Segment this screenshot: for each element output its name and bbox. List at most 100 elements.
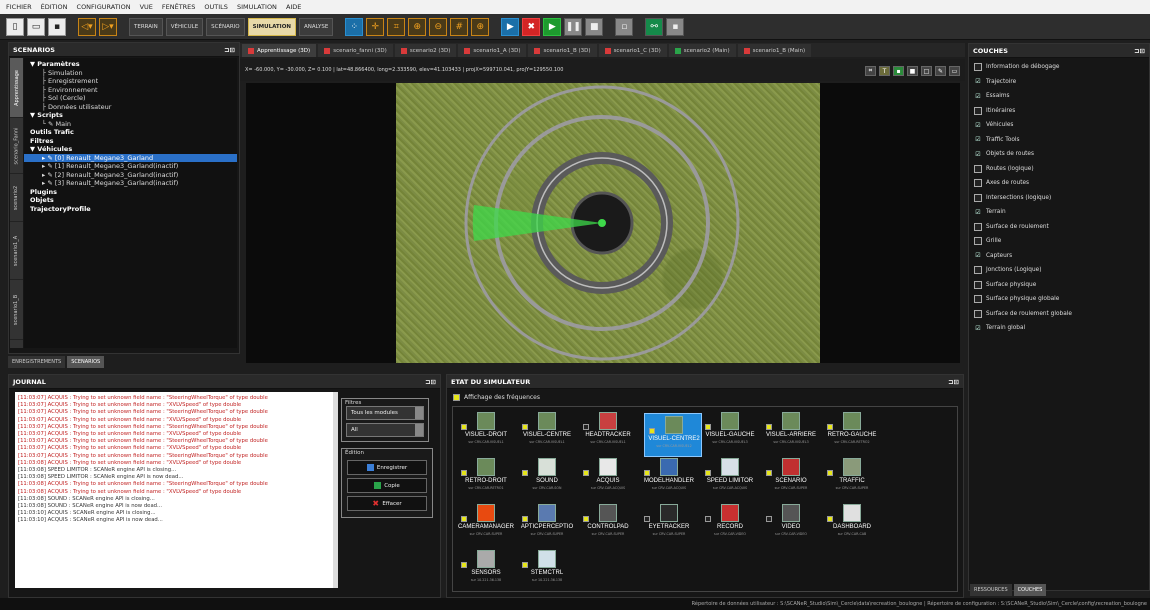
- layer-checkbox[interactable]: ☑: [974, 150, 982, 158]
- tree-node[interactable]: └ ✎ Main: [24, 120, 237, 129]
- undo-icon[interactable]: ◁▾: [78, 17, 96, 36]
- center-view-icon[interactable]: ⊕: [471, 17, 490, 36]
- view-mode-icon[interactable]: ⌗: [865, 66, 876, 76]
- record-icon[interactable]: ▫: [615, 17, 634, 36]
- vehicle-marker[interactable]: [598, 219, 606, 227]
- module-tile[interactable]: ACQUIS sur CRV-CAR-ACQUIS: [579, 456, 637, 500]
- module-tile[interactable]: RETRO-GAUCHE sur CRV-CAR-RETRO2: [823, 410, 881, 454]
- new-file-icon[interactable]: ▯: [6, 17, 24, 36]
- mode-vehicule-button[interactable]: VÉHICULE: [165, 17, 204, 36]
- document-tab[interactable]: scenario1_C (3D): [598, 44, 667, 57]
- layer-item[interactable]: Information de débogage: [969, 60, 1149, 75]
- layer-checkbox[interactable]: [974, 309, 982, 318]
- layer-checkbox[interactable]: [974, 164, 982, 173]
- tree-node[interactable]: ▸ ✎ [2] Renault_Megane3_Garland(inactif): [24, 171, 237, 180]
- module-tile[interactable]: TRAFFIC sur CRV-CAR-SUPER: [823, 456, 881, 500]
- left-bottom-tab-1[interactable]: SCENARIOS: [67, 356, 105, 368]
- layer-item[interactable]: ☑ Traffic Tools: [969, 133, 1149, 148]
- tree-node[interactable]: Plugins: [24, 188, 237, 197]
- journal-scrollbar[interactable]: [333, 392, 338, 588]
- scenario-tab-0[interactable]: Apprentissage: [10, 58, 23, 118]
- tree-node[interactable]: ├ Enregistrement: [24, 77, 237, 86]
- layer-item[interactable]: ☑ Terrain: [969, 205, 1149, 220]
- module-tile[interactable]: SOUND sur CRV-CAR-SON: [518, 456, 576, 500]
- level-filter-select[interactable]: All: [346, 423, 424, 437]
- layer-item[interactable]: Axes de routes: [969, 176, 1149, 191]
- layer-item[interactable]: ☑ Capteurs: [969, 249, 1149, 264]
- layer-checkbox[interactable]: [974, 179, 982, 188]
- menu-item-4[interactable]: FENÊTRES: [162, 3, 196, 11]
- zoom-in-icon[interactable]: ⊕: [408, 17, 427, 36]
- right-bottom-tab-1[interactable]: COUCHES: [1013, 584, 1047, 596]
- layer-item[interactable]: ☑ Trajectoire: [969, 75, 1149, 90]
- menu-item-2[interactable]: CONFIGURATION: [77, 3, 131, 11]
- tree-node[interactable]: ├ Sol (Cercle): [24, 94, 237, 103]
- save-icon[interactable]: ▪: [48, 17, 66, 36]
- pause-icon[interactable]: ❚❚: [564, 17, 583, 36]
- mode-terrain-button[interactable]: TERRAIN: [129, 17, 163, 36]
- open-folder-icon[interactable]: ▭: [27, 17, 45, 36]
- layer-item[interactable]: Intersections (logique): [969, 191, 1149, 206]
- layer-item[interactable]: Surface physique: [969, 278, 1149, 293]
- frequency-checkbox[interactable]: [453, 394, 460, 401]
- scenario-tab-2[interactable]: scenario2: [10, 174, 23, 222]
- tree-node[interactable]: TrajectoryProfile: [24, 205, 237, 214]
- move-tool-icon[interactable]: ✛: [366, 17, 385, 36]
- module-filter-select[interactable]: Tous les modules: [346, 406, 424, 420]
- layer-checkbox[interactable]: ☑: [974, 92, 982, 100]
- grid-tool-icon[interactable]: #: [450, 17, 469, 36]
- layer-item[interactable]: Surface de roulement: [969, 220, 1149, 235]
- save-log-button[interactable]: Enregistrer: [347, 460, 427, 475]
- layer-item[interactable]: ☑ Véhicules: [969, 118, 1149, 133]
- panel-float-icon[interactable]: ⊐⊡: [224, 46, 235, 54]
- layout-icon[interactable]: ▪: [666, 17, 685, 36]
- menu-item-5[interactable]: OUTILS: [204, 3, 228, 11]
- layer-checkbox[interactable]: ☑: [974, 252, 982, 260]
- layer-checkbox[interactable]: [974, 63, 982, 72]
- tree-node[interactable]: ▼ Paramètres: [24, 60, 237, 69]
- layer-item[interactable]: Surface physique globale: [969, 292, 1149, 307]
- copy-log-button[interactable]: Copie: [347, 478, 427, 493]
- module-tile[interactable]: RETRO-DROIT sur CRV-CAR-RETRO1: [457, 456, 515, 500]
- module-tile[interactable]: HEADTRACKER sur CRV-CAR-VISUEL1: [579, 410, 637, 454]
- frame-tool-icon[interactable]: ⌗: [387, 17, 406, 36]
- menu-item-1[interactable]: ÉDITION: [41, 3, 68, 11]
- module-tile[interactable]: RECORD sur CRV-CAR-VIDEO: [701, 502, 759, 546]
- layer-item[interactable]: Routes (logique): [969, 162, 1149, 177]
- layer-item[interactable]: ☑ Essaims: [969, 89, 1149, 104]
- scenario-tab-1[interactable]: scenario_Fanni: [10, 118, 23, 174]
- document-tab[interactable]: scenario1_A (3D): [458, 44, 527, 57]
- tree-node[interactable]: ▸ ✎ [1] Renault_Megane3_Garland(inactif): [24, 162, 237, 171]
- tree-node[interactable]: Objets: [24, 196, 237, 205]
- module-tile[interactable]: CONTROLPAD sur CRV-CAR-SUPER: [579, 502, 637, 546]
- module-tile[interactable]: DASHBOARD sur CRV-CAR-CAB: [823, 502, 881, 546]
- module-tile[interactable]: VISUEL-CENTRE2 sur CRV-CAR-VISUEL2: [644, 413, 702, 457]
- document-tab[interactable]: scenario1_B (3D): [528, 44, 597, 57]
- scenario-tab-3[interactable]: scenario1_A: [10, 222, 23, 280]
- module-tile[interactable]: VISUEL-DROIT sur CRV-CAR-VISUEL1: [457, 410, 515, 454]
- redo-icon[interactable]: ▷▾: [99, 17, 117, 36]
- document-tab[interactable]: scenario2 (3D): [394, 44, 457, 57]
- outline-square-icon[interactable]: □: [921, 66, 932, 76]
- right-bottom-tab-0[interactable]: RESSOURCES: [970, 584, 1012, 596]
- tools-icon[interactable]: ✎: [935, 66, 946, 76]
- green-layer-icon[interactable]: ▪: [893, 66, 904, 76]
- run-icon[interactable]: ▶: [543, 17, 562, 36]
- layer-checkbox[interactable]: [974, 266, 982, 275]
- layer-checkbox[interactable]: ☑: [974, 136, 982, 144]
- tree-node[interactable]: ▸ ✎ [3] Renault_Megane3_Garland(inactif): [24, 179, 237, 188]
- menu-item-3[interactable]: VUE: [140, 3, 153, 11]
- left-bottom-tab-0[interactable]: ENREGISTREMENTS: [8, 356, 66, 368]
- mode-analyse-button[interactable]: ANALYSE: [299, 17, 334, 36]
- layer-checkbox[interactable]: ☑: [974, 208, 982, 216]
- link-icon[interactable]: ⚯: [645, 17, 664, 36]
- mode-scenario-button[interactable]: SCÉNARIO: [206, 17, 245, 36]
- module-tile[interactable]: SPEED LIMITOR sur CRV-CAR-ACQUIS: [701, 456, 759, 500]
- tree-node[interactable]: Outils Trafic: [24, 128, 237, 137]
- module-tile[interactable]: EYETRACKER sur CRV-CAR-SUPER: [640, 502, 698, 546]
- module-tile[interactable]: VISUEL-ARRIERE sur CRV-CAR-VISUEL3: [762, 410, 820, 454]
- module-tile[interactable]: STEMCTRL sur 10.221.36.138: [518, 548, 576, 592]
- panel-float-icon[interactable]: ⊐⊡: [425, 378, 436, 386]
- layer-item[interactable]: Jonctions (Logique): [969, 263, 1149, 278]
- select-tool-icon[interactable]: ⁘: [345, 17, 364, 36]
